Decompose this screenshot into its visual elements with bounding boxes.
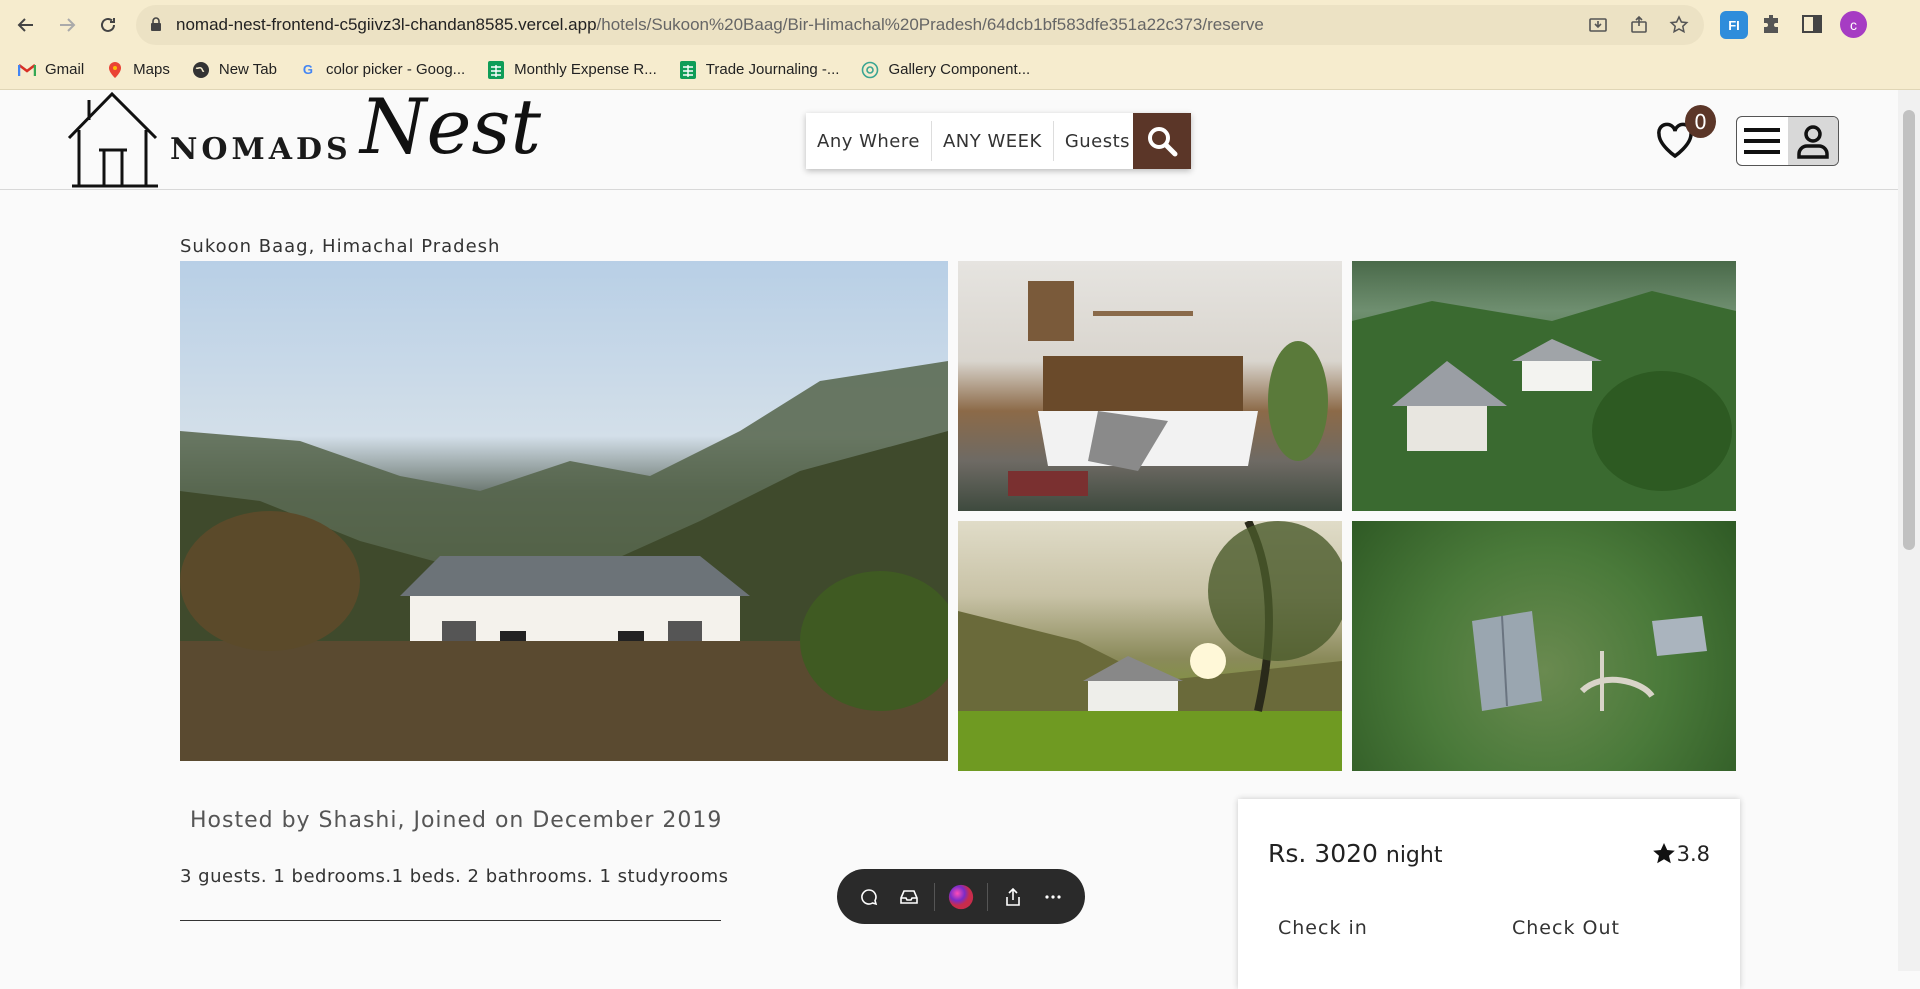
section-divider xyxy=(180,920,721,921)
share-icon[interactable] xyxy=(1629,15,1649,35)
bookmark-label: Trade Journaling -... xyxy=(705,61,840,78)
check-out-field[interactable]: Check Out xyxy=(1512,917,1620,939)
extension-fi-icon[interactable]: FI xyxy=(1720,11,1748,39)
user-icon xyxy=(1787,117,1838,165)
hotel-photo-aerial[interactable] xyxy=(1352,521,1736,771)
url-host: nomad-nest-frontend-c5giivz3l-chandan858… xyxy=(176,15,597,34)
inbox-icon[interactable] xyxy=(895,883,923,911)
toolbar-separator xyxy=(986,882,988,911)
bookmark-gmail[interactable]: Gmail xyxy=(18,61,84,79)
bookmark-maps[interactable]: Maps xyxy=(106,61,170,79)
rating: 3.8 xyxy=(1651,841,1710,867)
scrollbar-thumb[interactable] xyxy=(1903,110,1915,550)
hotel-photo-main[interactable] xyxy=(180,261,948,761)
search-week[interactable]: ANY WEEK xyxy=(932,121,1054,161)
price-per-night: Rs. 3020 night xyxy=(1268,839,1442,868)
user-menu-button[interactable] xyxy=(1736,116,1839,166)
url-path: /hotels/Sukoon%20Baag/Bir-Himachal%20Pra… xyxy=(596,15,1264,34)
reload-icon[interactable] xyxy=(94,11,122,39)
bookmark-label: color picker - Goog... xyxy=(325,61,466,78)
lock-icon xyxy=(151,17,161,31)
color-orb-icon[interactable] xyxy=(947,883,975,911)
google-icon: G xyxy=(302,62,314,77)
page-scrollbar[interactable] xyxy=(1898,90,1920,971)
house-logo-icon xyxy=(67,91,158,188)
back-arrow-icon[interactable] xyxy=(12,11,40,39)
comment-icon[interactable] xyxy=(855,883,883,911)
search-icon xyxy=(1148,127,1178,157)
search-button[interactable] xyxy=(1133,113,1191,169)
more-icon[interactable] xyxy=(1039,883,1067,911)
hotel-location: Sukoon Baag, Himachal Pradesh xyxy=(180,236,501,257)
bookmark-color-picker[interactable]: G color picker - Goog... xyxy=(299,61,465,79)
bookmarks-bar: Gmail Maps New Tab G color picker - Goog… xyxy=(0,50,1920,90)
floating-toolbar xyxy=(837,869,1085,924)
price-amount: Rs. 3020 xyxy=(1268,839,1378,868)
star-icon xyxy=(1652,843,1675,864)
forward-arrow-icon[interactable] xyxy=(53,11,81,39)
hamburger-icon xyxy=(1737,117,1788,165)
hotel-photo-sunset[interactable] xyxy=(958,521,1342,771)
bookmark-label: Monthly Expense R... xyxy=(514,61,657,78)
booking-card: Rs. 3020 night 3.8 Check in Check Out xyxy=(1238,799,1740,989)
bookmark-trade-journaling[interactable]: Trade Journaling -... xyxy=(679,60,840,79)
bookmark-star-icon[interactable] xyxy=(1669,15,1689,35)
wishlist-count-badge: 0 xyxy=(1685,105,1716,138)
extensions-puzzle-icon[interactable] xyxy=(1760,12,1784,36)
bookmark-label: Gallery Component... xyxy=(888,61,1031,78)
search-bar: Any Where ANY WEEK Guests xyxy=(806,113,1191,169)
profile-avatar[interactable]: c xyxy=(1840,11,1867,38)
bookmark-label: Maps xyxy=(133,61,170,78)
hotel-photo-hillside[interactable] xyxy=(1352,261,1736,511)
logo-script: Nest xyxy=(360,82,542,171)
site-logo[interactable]: NOMADS Nest xyxy=(60,82,560,190)
gmail-icon xyxy=(18,61,36,79)
bookmark-gallery-component[interactable]: Gallery Component... xyxy=(861,61,1030,79)
bookmark-label: Gmail xyxy=(45,61,85,78)
site-header: NOMADS Nest Any Where ANY WEEK Guests 0 xyxy=(0,82,1898,190)
sheets-icon xyxy=(679,60,697,79)
hotel-photo-bedroom[interactable] xyxy=(958,261,1342,511)
bookmark-monthly-expense[interactable]: Monthly Expense R... xyxy=(487,60,657,79)
side-panel-icon[interactable] xyxy=(1800,12,1824,36)
install-icon[interactable] xyxy=(1588,15,1608,35)
room-specs: 3 guests. 1 bedrooms.1 beds. 2 bathrooms… xyxy=(180,866,729,887)
toolbar-separator xyxy=(934,882,936,911)
rating-value: 3.8 xyxy=(1676,842,1710,866)
sheets-icon xyxy=(487,60,505,79)
logo-wordmark: NOMADS xyxy=(170,132,352,167)
globe-icon xyxy=(192,61,210,79)
address-bar[interactable]: nomad-nest-frontend-c5giivz3l-chandan858… xyxy=(136,5,1704,45)
search-where[interactable]: Any Where xyxy=(806,121,932,161)
host-info: Hosted by Shashi, Joined on December 201… xyxy=(190,808,723,833)
share-icon[interactable] xyxy=(999,883,1027,911)
price-unit: night xyxy=(1385,843,1443,868)
bookmark-label: New Tab xyxy=(218,61,277,78)
search-guests[interactable]: Guests xyxy=(1054,121,1141,161)
maps-icon xyxy=(106,61,124,79)
openai-icon xyxy=(861,61,879,79)
browser-toolbar: nomad-nest-frontend-c5giivz3l-chandan858… xyxy=(0,0,1920,50)
check-in-field[interactable]: Check in xyxy=(1278,917,1368,939)
bookmark-new-tab[interactable]: New Tab xyxy=(192,61,277,79)
